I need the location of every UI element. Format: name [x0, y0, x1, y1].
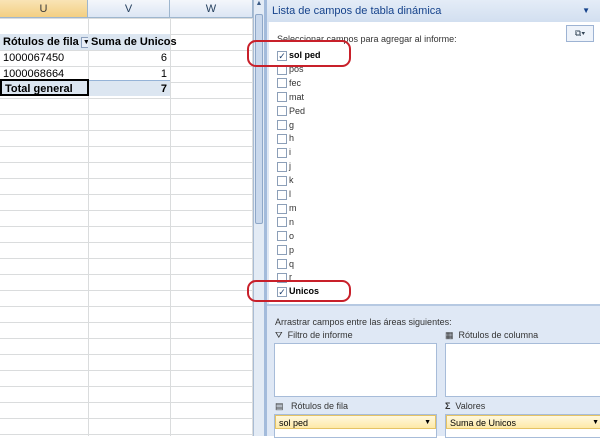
pivot-row-value[interactable]: 6 — [88, 50, 170, 66]
filter-drop-area[interactable] — [274, 343, 437, 397]
dropdown-arrow-icon: ▼ — [592, 419, 599, 426]
field-label: i — [289, 147, 291, 158]
drag-areas-label: Arrastrar campos entre las áreas siguien… — [275, 317, 452, 327]
field-label: n — [289, 216, 295, 227]
field-item[interactable]: mat — [277, 91, 304, 104]
pivot-total-value[interactable]: 7 — [89, 80, 170, 96]
sigma-icon: Σ — [445, 401, 451, 411]
columns-grid-icon: ▦ — [445, 330, 454, 340]
checkbox[interactable] — [277, 161, 287, 172]
layout-options-button[interactable]: ⧉▾ — [566, 25, 594, 42]
field-item[interactable]: i — [277, 146, 291, 159]
pivot-total-label[interactable]: Total general — [0, 79, 89, 96]
value-field-item[interactable]: Suma de Unicos ▼ — [446, 415, 600, 429]
checkbox[interactable] — [277, 217, 287, 228]
field-label: mat — [289, 91, 305, 102]
field-item[interactable]: l — [277, 188, 291, 201]
field-label: g — [289, 119, 295, 130]
values-area-label: Σ Valores — [445, 401, 486, 411]
spreadsheet-grid[interactable]: U V W Rótulos de fila ▼ Suma de Unicos 10… — [0, 0, 253, 436]
filter-icon: ⛛ — [275, 330, 283, 340]
pivot-values-header[interactable]: Suma de Unicos — [88, 34, 177, 50]
checkbox[interactable] — [277, 259, 287, 270]
highlight-oval — [247, 40, 351, 67]
column-header-u[interactable]: U — [0, 0, 88, 18]
checkbox[interactable] — [277, 106, 287, 117]
checkbox[interactable] — [277, 231, 287, 242]
field-item[interactable]: p — [277, 244, 294, 257]
field-label: p — [289, 244, 295, 255]
field-item[interactable]: o — [277, 230, 294, 243]
row-field-item[interactable]: sol ped ▼ — [275, 415, 436, 429]
checkbox[interactable] — [277, 203, 287, 214]
columns-drop-area[interactable] — [445, 343, 600, 397]
field-item[interactable]: q — [277, 258, 294, 271]
splitter[interactable] — [267, 304, 600, 306]
field-label: fec — [289, 77, 302, 88]
field-label: h — [289, 133, 295, 144]
field-label: Ped — [289, 105, 306, 116]
checkbox[interactable] — [277, 245, 287, 256]
field-item[interactable]: fec — [277, 77, 301, 90]
highlight-oval — [247, 280, 351, 302]
filter-area-label: ⛛ Filtro de informe — [275, 330, 353, 340]
dropdown-arrow-icon: ▼ — [424, 419, 431, 426]
checkbox[interactable] — [277, 120, 287, 131]
column-header-v[interactable]: V — [88, 0, 170, 18]
field-item[interactable]: j — [277, 160, 291, 173]
panel-menu-chevron-icon[interactable]: ▼ — [582, 0, 590, 22]
field-label: o — [289, 230, 295, 241]
field-item[interactable]: k — [277, 174, 294, 187]
field-item[interactable]: g — [277, 119, 294, 132]
rows-grid-icon: ▤ — [275, 401, 284, 411]
field-label: l — [289, 189, 291, 199]
pivot-field-list-panel: Lista de campos de tabla dinámica ▼ Selec… — [247, 0, 600, 438]
column-header-w[interactable]: W — [170, 0, 253, 18]
field-item[interactable]: h — [277, 132, 294, 145]
columns-area-label: ▦ Rótulos de columna — [445, 330, 539, 340]
panel-title-bar: Lista de campos de tabla dinámica ▼ — [267, 0, 600, 22]
pivot-row-labels-header[interactable]: Rótulos de fila ▼ — [0, 34, 92, 50]
field-item[interactable]: m — [277, 202, 297, 215]
panel-title: Lista de campos de tabla dinámica — [272, 5, 442, 17]
scroll-up-icon[interactable]: ▲ — [254, 0, 264, 12]
rows-area-label: ▤ Rótulos de fila — [275, 401, 349, 411]
field-label: m — [289, 202, 297, 213]
field-item[interactable]: n — [277, 216, 294, 229]
field-item[interactable]: Ped — [277, 105, 305, 118]
field-label: k — [289, 175, 294, 186]
checkbox[interactable] — [277, 134, 287, 145]
checkbox[interactable] — [277, 189, 287, 200]
field-label: q — [289, 258, 295, 269]
pivot-row-label[interactable]: 1000067450 — [0, 50, 88, 66]
field-label: j — [289, 161, 291, 172]
checkbox[interactable] — [277, 147, 287, 158]
checkbox[interactable] — [277, 92, 287, 103]
checkbox[interactable] — [277, 175, 287, 186]
checkbox[interactable] — [277, 78, 287, 89]
